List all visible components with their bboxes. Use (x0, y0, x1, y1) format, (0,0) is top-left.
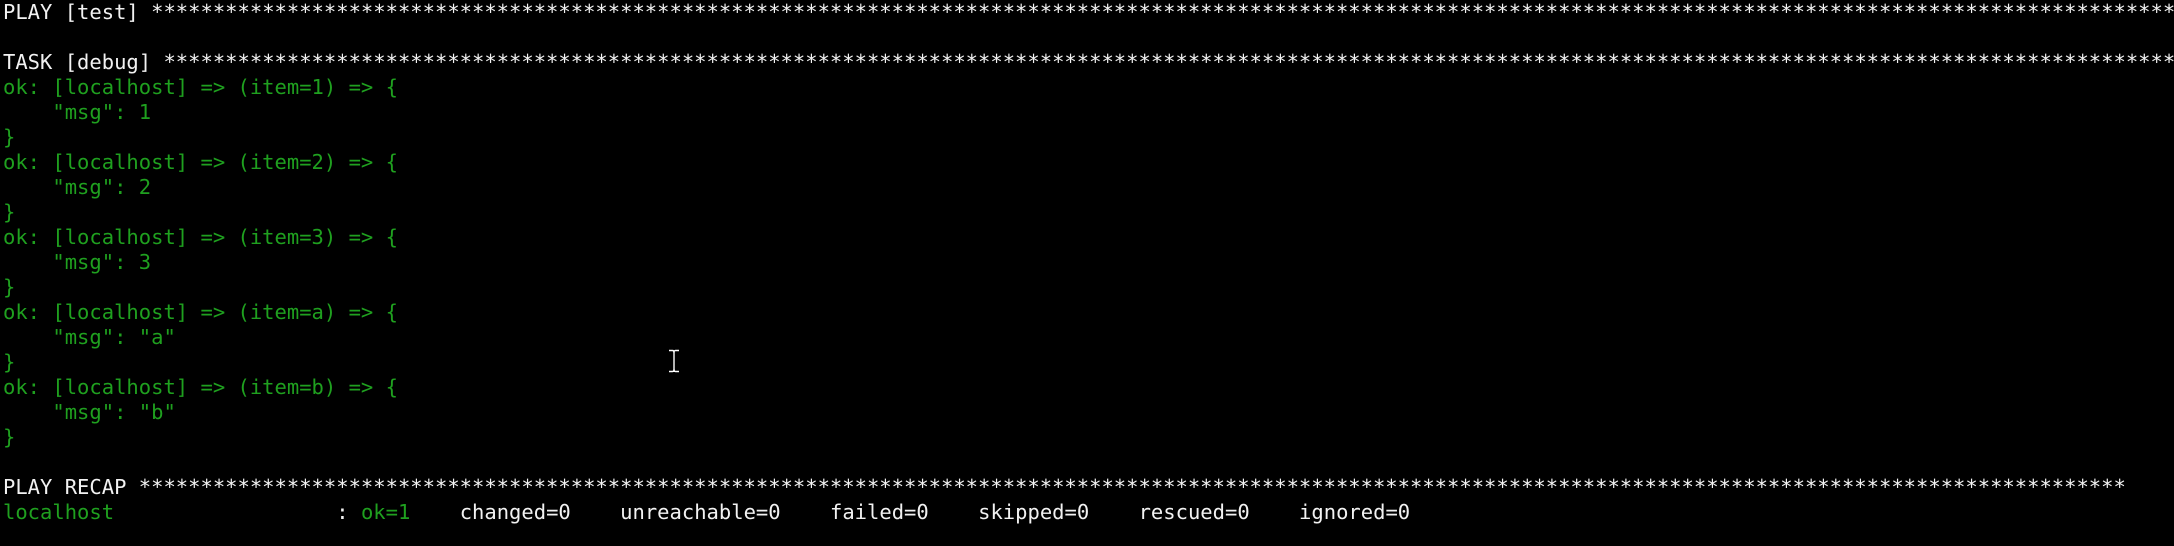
result-ok-line: ok: [localhost] => (item=3) => { (3, 225, 398, 249)
result-msg-line: "msg": 2 (3, 175, 152, 199)
recap-gap (410, 500, 459, 524)
recap-gap (571, 500, 620, 524)
recap-changed: changed=0 (459, 500, 571, 524)
play-header-label: PLAY [test] (3, 0, 152, 24)
result-ok-line: ok: [localhost] => (item=b) => { (3, 375, 398, 399)
recap-header-stars: ****************************************… (138, 475, 2126, 499)
recap-host: localhost (3, 500, 337, 524)
result-close-brace: } (3, 200, 16, 224)
result-msg-line: "msg": "b" (3, 400, 176, 424)
task-header-line: TASK [debug] ***************************… (3, 50, 2174, 75)
result-ok-line: ok: [localhost] => (item=a) => { (3, 300, 398, 324)
recap-gap (781, 500, 830, 524)
play-header-stars: ****************************************… (151, 0, 2174, 24)
task-header-stars: ****************************************… (163, 50, 2174, 74)
result-msg-line: "msg": "a" (3, 325, 176, 349)
result-close-brace: } (3, 350, 16, 374)
recap-failed: failed=0 (829, 500, 929, 524)
recap-header-line: PLAY RECAP *****************************… (3, 475, 2174, 500)
result-ok-line: ok: [localhost] => (item=2) => { (3, 150, 398, 174)
recap-unreachable: unreachable=0 (620, 500, 781, 524)
recap-header-label: PLAY RECAP (3, 475, 139, 499)
recap-ok: ok=1 (360, 500, 411, 524)
result-close-brace: } (3, 275, 16, 299)
result-ok-line: ok: [localhost] => (item=1) => { (3, 75, 398, 99)
result-msg-line: "msg": 3 (3, 250, 152, 274)
recap-rescued: rescued=0 (1138, 500, 1250, 524)
recap-gap (1089, 500, 1138, 524)
play-header-line: PLAY [test] ****************************… (3, 0, 2174, 25)
task-header-label: TASK [debug] (3, 50, 164, 74)
recap-gap (1250, 500, 1299, 524)
recap-skipped: skipped=0 (978, 500, 1090, 524)
recap-line: localhost : ok=1 changed=0 unreachable=0… (3, 500, 2174, 525)
result-close-brace: } (3, 425, 16, 449)
recap-ignored: ignored=0 (1299, 500, 1411, 524)
recap-separator: : (336, 500, 361, 524)
recap-gap (929, 500, 978, 524)
terminal-output[interactable]: PLAY [test] ****************************… (3, 0, 2174, 546)
text-cursor-ibeam-icon (667, 348, 681, 374)
result-msg-line: "msg": 1 (3, 100, 152, 124)
result-close-brace: } (3, 125, 16, 149)
